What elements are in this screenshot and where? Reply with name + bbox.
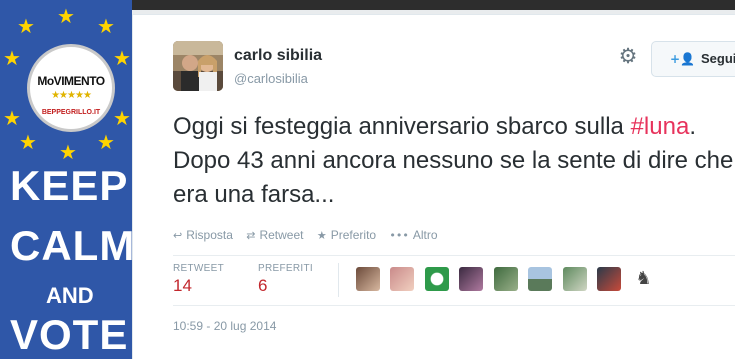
favoriter-avatar[interactable]: ♞ xyxy=(631,267,656,291)
tweet-text: Oggi si festeggia anniversario sbarco su… xyxy=(173,110,735,212)
favorites-stat-count: 6 xyxy=(258,276,268,295)
movimento-logo: MoVIMENTO ★★★★★ BEPPEGRILLO.IT xyxy=(27,44,115,132)
retweet-label: Retweet xyxy=(259,228,304,242)
poster-line-keep: KEEP xyxy=(10,162,129,209)
reply-action[interactable]: ↩ Risposta xyxy=(173,228,233,242)
favoriter-avatar[interactable] xyxy=(597,267,622,291)
top-bar xyxy=(132,0,735,10)
follow-button[interactable]: +👤 Segui xyxy=(651,41,735,77)
divider xyxy=(338,263,339,297)
eu-star-icon: ★ xyxy=(113,46,131,70)
favoriter-avatar[interactable] xyxy=(390,267,415,291)
more-action[interactable]: ••• Altro xyxy=(389,228,437,242)
favoriter-avatar[interactable] xyxy=(562,267,587,291)
favoriter-avatar[interactable] xyxy=(493,267,518,291)
favoriter-avatar[interactable] xyxy=(528,267,553,291)
favorite-label: Preferito xyxy=(330,228,377,242)
keep-calm-poster: ★ ★ ★ ★ ★ ★ ★ ★ ★ ★ MoVIMENTO ★★★★★ BEPP… xyxy=(0,0,132,359)
author-name[interactable]: carlo sibilia xyxy=(234,47,322,65)
favorites-stat[interactable]: PREFERITI 6 xyxy=(258,263,313,296)
tweet-text-part1: Oggi si festeggia anniversario sbarco su… xyxy=(173,113,631,140)
favoriters-list: ♞ xyxy=(356,267,662,293)
retweet-action[interactable]: ⇄ Retweet xyxy=(246,228,303,242)
poster-line-vote: VOTE xyxy=(10,311,129,358)
add-user-icon: +👤 xyxy=(670,52,695,66)
reply-label: Risposta xyxy=(186,228,233,242)
gear-icon[interactable]: ⚙ xyxy=(617,45,639,67)
divider xyxy=(173,255,735,256)
retweet-icon: ⇄ xyxy=(246,229,256,242)
favorite-action[interactable]: ★ Preferito xyxy=(317,228,376,242)
logo-url: BEPPEGRILLO.IT xyxy=(41,109,101,116)
tweet-card: carlo sibilia @carlosibilia ⚙ +👤 Segui Og… xyxy=(132,14,735,359)
reply-icon: ↩ xyxy=(173,229,183,242)
hashtag-link[interactable]: #luna xyxy=(631,113,690,140)
logo-stars: ★★★★★ xyxy=(51,90,92,101)
tweet-timestamp[interactable]: 10:59 - 20 lug 2014 xyxy=(173,319,276,333)
more-icon: ••• xyxy=(389,229,409,242)
eu-star-icon: ★ xyxy=(113,106,131,130)
eu-star-icon: ★ xyxy=(19,130,37,154)
favoriter-avatar[interactable] xyxy=(459,267,484,291)
avatar[interactable] xyxy=(173,41,223,91)
author-handle[interactable]: @carlosibilia xyxy=(234,71,308,86)
eu-star-icon: ★ xyxy=(59,140,77,164)
eu-star-icon: ★ xyxy=(57,4,75,28)
eu-star-icon: ★ xyxy=(3,106,21,130)
follow-label: Segui xyxy=(701,51,735,66)
favoriter-avatar[interactable] xyxy=(424,267,449,291)
retweet-stat-count: 14 xyxy=(173,276,192,295)
more-label: Altro xyxy=(412,228,438,242)
eu-star-icon: ★ xyxy=(17,14,35,38)
avatar-photo xyxy=(173,41,223,91)
star-icon: ★ xyxy=(316,229,327,242)
retweet-stat[interactable]: RETWEET 14 xyxy=(173,263,224,296)
eu-star-icon: ★ xyxy=(3,46,21,70)
retweet-stat-label: RETWEET xyxy=(173,263,224,274)
poster-line-calm: CALM xyxy=(10,222,132,269)
favoriter-avatar[interactable] xyxy=(356,267,380,291)
eu-star-icon: ★ xyxy=(97,130,115,154)
divider xyxy=(173,305,735,306)
eu-star-icon: ★ xyxy=(97,14,115,38)
favorites-stat-label: PREFERITI xyxy=(258,263,313,274)
logo-title: MoVIMENTO xyxy=(37,74,105,88)
poster-line-and: AND xyxy=(46,283,94,308)
tweet-actions: ↩ Risposta ⇄ Retweet ★ Preferito ••• Altro xyxy=(173,228,448,242)
